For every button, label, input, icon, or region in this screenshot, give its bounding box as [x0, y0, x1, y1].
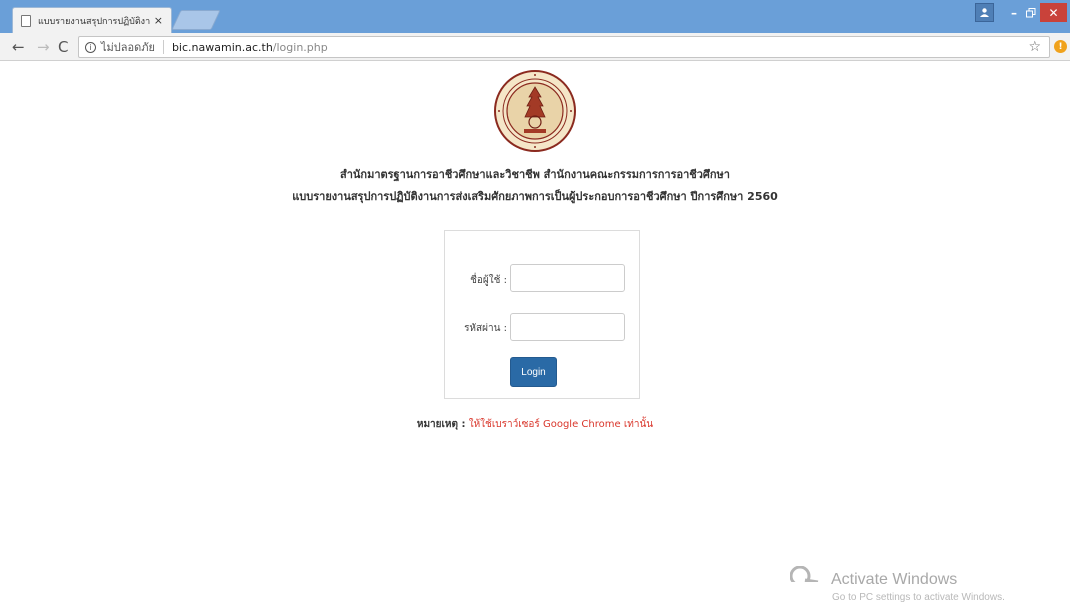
browser-toolbar: ← → C i ไม่ปลอดภัย bic.nawamin.ac.th /lo…	[0, 33, 1070, 61]
page-heading-line-1: สำนักมาตรฐานการอาชีวศึกษาและวิชาชีพ สำนั…	[340, 168, 730, 181]
close-window-button[interactable]: ✕	[1040, 3, 1067, 22]
user-profile-icon[interactable]	[975, 3, 994, 22]
username-input[interactable]	[510, 264, 625, 292]
address-bar[interactable]: i ไม่ปลอดภัย bic.nawamin.ac.th /login.ph…	[78, 36, 1050, 58]
restore-button[interactable]	[1022, 3, 1040, 22]
username-label: ชื่อผู้ใช้ :	[470, 275, 507, 286]
info-icon[interactable]: i	[85, 41, 96, 53]
extension-icon[interactable]: !	[1054, 40, 1067, 53]
forward-arrow-icon[interactable]: →	[37, 38, 50, 56]
new-tab-button[interactable]	[171, 10, 221, 30]
minimize-button[interactable]: –	[1005, 3, 1023, 22]
url-host[interactable]: bic.nawamin.ac.th	[172, 41, 273, 54]
tab-title: แบบรายงานสรุปการปฏิบัติงา	[38, 16, 150, 27]
tab-close-icon[interactable]: ×	[154, 14, 163, 27]
url-path[interactable]: /login.php	[273, 41, 328, 54]
address-separator	[162, 40, 164, 54]
page-icon	[21, 14, 31, 27]
key-icon	[790, 566, 819, 582]
star-icon[interactable]: ☆	[1028, 39, 1041, 55]
note-text: ให้ใช้เบราว์เซอร์ Google Chrome เท่านั้น	[468, 419, 654, 430]
security-status[interactable]: ไม่ปลอดภัย	[101, 38, 155, 56]
watermark-title: Activate Windows	[831, 571, 958, 588]
login-form: ชื่อผู้ใช้ : รหัสผ่าน : Login	[444, 230, 640, 399]
password-input[interactable]	[510, 313, 625, 341]
institution-seal-logo	[494, 70, 576, 152]
browser-note: หมายเหตุ : ให้ใช้เบราว์เซอร์ Google Chro…	[0, 417, 1070, 432]
page-heading-line-2: แบบรายงานสรุปการปฏิบัติงานการส่งเสริมศัก…	[292, 190, 778, 203]
browser-title-bar: แบบรายงานสรุปการปฏิบัติงา × – ✕	[0, 0, 1070, 33]
login-button[interactable]: Login	[510, 357, 557, 387]
back-arrow-icon[interactable]: ←	[12, 38, 25, 56]
note-label: หมายเหตุ :	[416, 419, 466, 430]
watermark-subtitle: Go to PC settings to activate Windows.	[832, 592, 1005, 603]
reload-icon[interactable]: C	[58, 38, 68, 56]
password-label: รหัสผ่าน :	[464, 323, 507, 334]
browser-tab[interactable]: แบบรายงานสรุปการปฏิบัติงา ×	[12, 7, 172, 33]
